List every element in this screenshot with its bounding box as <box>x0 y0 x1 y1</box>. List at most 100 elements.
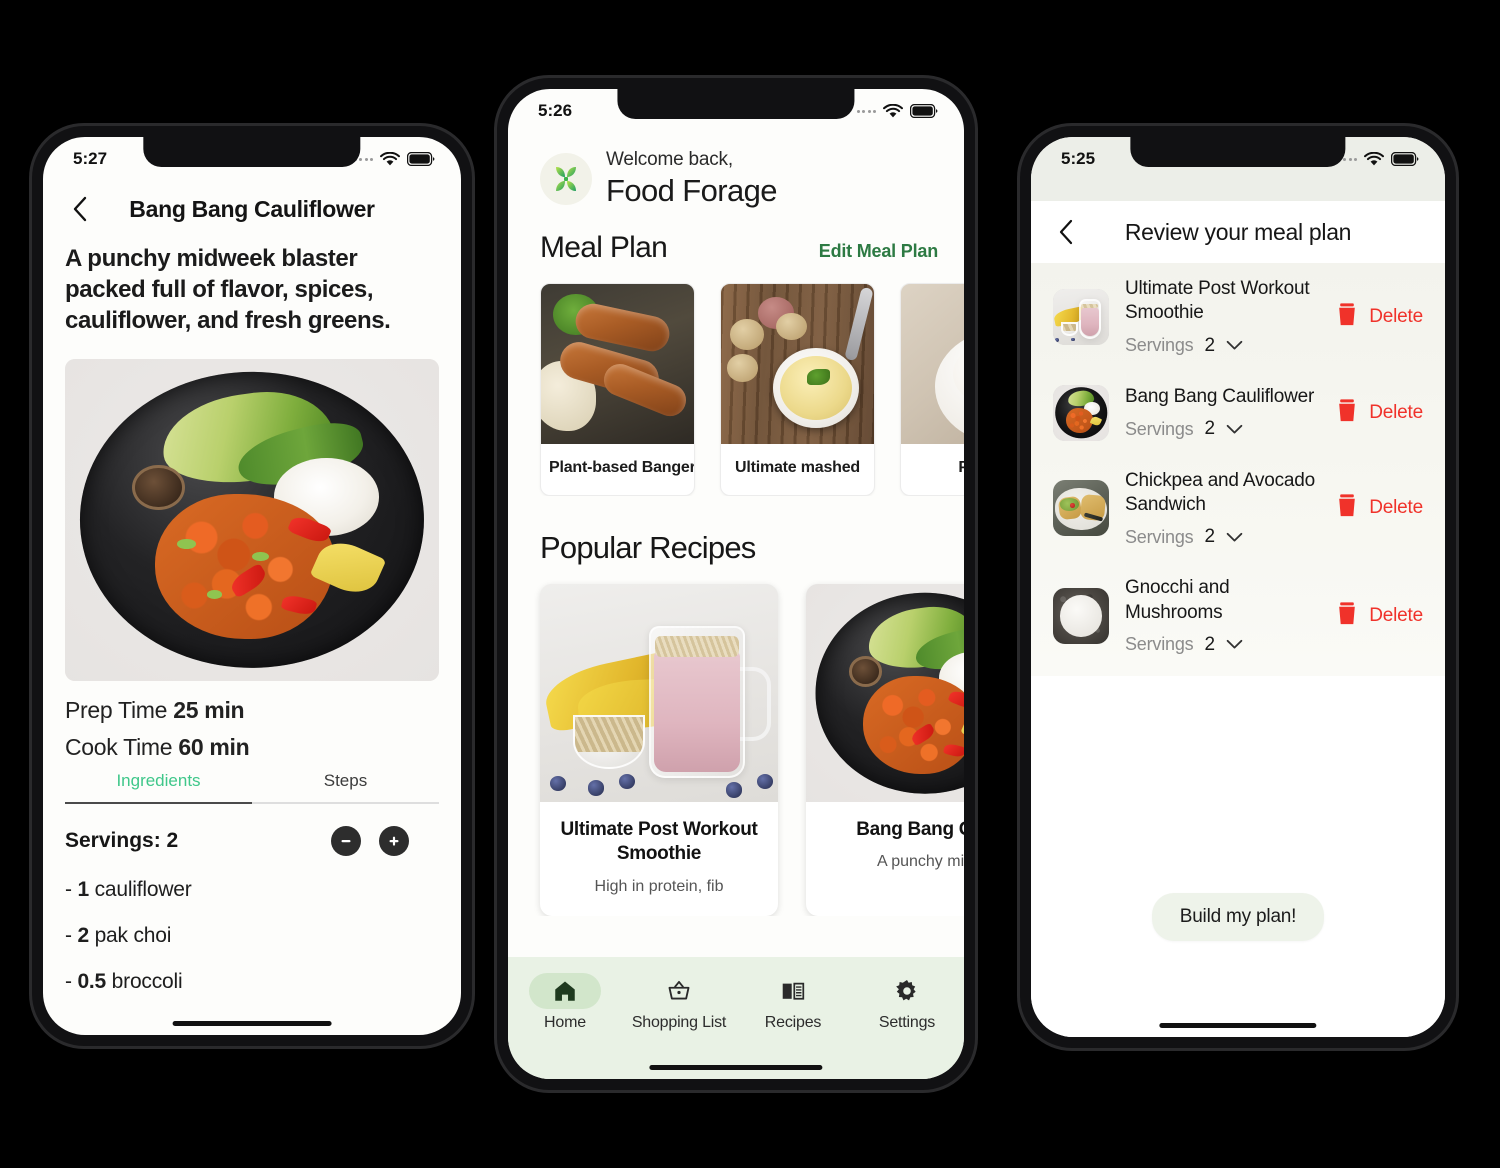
phone3-clock: 5:25 <box>1061 149 1096 168</box>
bottom-tabbar: Home Shopping List Recipes Settings <box>508 957 964 1079</box>
cook-time-label: Cook Time <box>65 733 173 760</box>
trash-icon <box>1336 302 1358 332</box>
tab-settings[interactable]: Settings <box>850 973 964 1032</box>
phone2-status-icons <box>856 103 939 119</box>
row-details: Chickpea and Avocado Sandwich Servings 2 <box>1125 469 1320 549</box>
servings-selector[interactable]: Servings 2 <box>1125 526 1320 548</box>
delete-button[interactable]: Delete <box>1336 601 1423 631</box>
meal-plan-card[interactable]: Ultimate mashed <box>720 283 875 497</box>
page-title: Bang Bang Cauliflower <box>129 195 375 222</box>
ingredient-dash: - <box>65 923 72 947</box>
phone1-clock: 5:27 <box>73 149 108 168</box>
popular-recipe-subtitle: A punchy mid <box>876 853 964 871</box>
screenshot-stage: 5:27 Bang Bang Cauliflower A punchy midw… <box>0 0 1500 1168</box>
meal-plan-card[interactable]: Pl Pa <box>900 283 964 497</box>
delete-label: Delete <box>1369 605 1423 627</box>
tab-ingredients[interactable]: Ingredients <box>65 771 252 802</box>
tab-shopping-list[interactable]: Shopping List <box>622 973 736 1032</box>
meal-plan-carousel[interactable]: Plant-based Bangers and Ultimate mashed … <box>508 265 964 497</box>
popular-recipe-card[interactable]: Ultimate Post Workout Smoothie High in p… <box>540 584 778 916</box>
chevron-down-icon[interactable] <box>1226 424 1243 435</box>
phone2-notch <box>617 89 855 119</box>
delete-button[interactable]: Delete <box>1336 302 1423 332</box>
cook-time-row: Cook Time 60 min <box>65 734 439 761</box>
edit-meal-plan-link[interactable]: Edit Meal Plan <box>819 241 938 262</box>
phone-recipe-detail: 5:27 Bang Bang Cauliflower A punchy midw… <box>32 126 472 1046</box>
tab-settings-label: Settings <box>878 1014 936 1031</box>
popular-recipe-title: Ultimate Post Workout Smoothie <box>560 819 758 865</box>
increment-servings-button[interactable] <box>379 825 409 856</box>
servings-label: Servings <box>1125 634 1194 655</box>
delete-button[interactable]: Delete <box>1336 398 1423 428</box>
back-button[interactable] <box>65 194 95 224</box>
servings-selector[interactable]: Servings 2 <box>1125 418 1320 440</box>
phone3-status-icons <box>1337 151 1420 167</box>
phone1-notch <box>143 137 361 167</box>
popular-recipe-subtitle: High in protein, fib <box>594 877 724 895</box>
popular-recipes-carousel[interactable]: Ultimate Post Workout Smoothie High in p… <box>508 566 964 916</box>
table-row: Chickpea and Avocado Sandwich Servings 2 <box>1031 455 1445 563</box>
meal-plan-card[interactable]: Plant-based Bangers and <box>540 283 695 497</box>
phone2-home-indicator <box>649 1065 823 1070</box>
row-details: Ultimate Post Workout Smoothie Servings … <box>1125 277 1320 357</box>
servings-value: 2 <box>1204 418 1216 440</box>
ingredients-list: - 1 cauliflower - 2 pak choi - 0.5 brocc… <box>65 878 439 994</box>
wifi-icon <box>883 103 903 119</box>
servings-selector[interactable]: Servings 2 <box>1125 335 1320 357</box>
delete-button[interactable]: Delete <box>1336 493 1423 523</box>
table-row: Gnocchi and Mushrooms Servings 2 Delete <box>1031 562 1445 670</box>
tab-recipes-label: Recipes <box>764 1014 822 1031</box>
popular-recipe-title: Bang Bang Cau <box>856 819 964 841</box>
list-item: - 1 cauliflower <box>65 878 439 902</box>
list-item: - 2 pak choi <box>65 924 439 948</box>
phone1-status-icons <box>353 151 436 167</box>
phone1-navbar: Bang Bang Cauliflower <box>65 181 439 237</box>
servings-label: Servings <box>1125 335 1194 356</box>
servings-value: 2 <box>1204 334 1216 356</box>
phone3-notch <box>1130 137 1346 167</box>
chevron-down-icon[interactable] <box>1226 639 1243 650</box>
welcome-greeting: Welcome back, <box>606 149 733 170</box>
table-row: Ultimate Post Workout Smoothie Servings … <box>1031 263 1445 371</box>
page-title: Review your meal plan <box>1124 218 1352 245</box>
row-details: Bang Bang Cauliflower Servings 2 <box>1125 385 1320 440</box>
chevron-down-icon[interactable] <box>1226 340 1243 351</box>
meal-plan-card-title: Plant-based Bangers and <box>549 459 694 476</box>
delete-label: Delete <box>1369 305 1423 327</box>
servings-control: Servings: 2 <box>65 825 439 856</box>
servings-selector[interactable]: Servings 2 <box>1125 634 1320 656</box>
phone2-clock: 5:26 <box>538 101 573 120</box>
phone1-screen: 5:27 Bang Bang Cauliflower A punchy midw… <box>43 137 461 1035</box>
recipe-description: A punchy midweek blaster packed full of … <box>65 245 391 335</box>
gear-icon <box>871 973 943 1009</box>
servings-label: Servings <box>1125 418 1194 439</box>
recipe-name: Gnocchi and Mushrooms <box>1125 577 1230 623</box>
back-button[interactable] <box>1051 217 1081 247</box>
servings-value: 2 <box>1204 633 1216 655</box>
home-icon <box>529 973 601 1009</box>
meal-plan-card-title: Pl Pa <box>901 444 964 495</box>
prep-time-label: Prep Time <box>65 696 168 723</box>
meal-plan-card-image <box>721 284 874 444</box>
battery-icon <box>910 104 938 118</box>
tab-steps[interactable]: Steps <box>252 771 439 802</box>
popular-recipe-image <box>540 584 778 803</box>
ingredient-dash: - <box>65 969 72 993</box>
decrement-servings-button[interactable] <box>331 825 361 856</box>
popular-recipe-card[interactable]: Bang Bang Cau A punchy mid <box>806 584 964 916</box>
phone-review-meal-plan: 5:25 Review your meal plan Ultimate Post… <box>1020 126 1456 1048</box>
chevron-down-icon[interactable] <box>1226 532 1243 543</box>
servings-value: 2 <box>1204 526 1216 548</box>
ingredient-name: pak choi <box>94 923 172 947</box>
phone2-content: Welcome back, Food Forage Meal Plan Edit… <box>508 133 964 1079</box>
servings-label: Servings: 2 <box>65 828 179 852</box>
phone-home: 5:26 Welcome back, Food Forage Meal Plan… <box>497 78 975 1090</box>
trash-icon <box>1336 601 1358 631</box>
popular-recipes-heading: Popular Recipes <box>540 530 756 566</box>
signal-dots-icon <box>856 109 876 113</box>
build-my-plan-button[interactable]: Build my plan! <box>1151 893 1325 941</box>
delete-label: Delete <box>1369 497 1423 519</box>
tab-home[interactable]: Home <box>508 973 622 1032</box>
tab-recipes[interactable]: Recipes <box>736 973 850 1032</box>
recipe-thumbnail <box>1053 288 1109 345</box>
